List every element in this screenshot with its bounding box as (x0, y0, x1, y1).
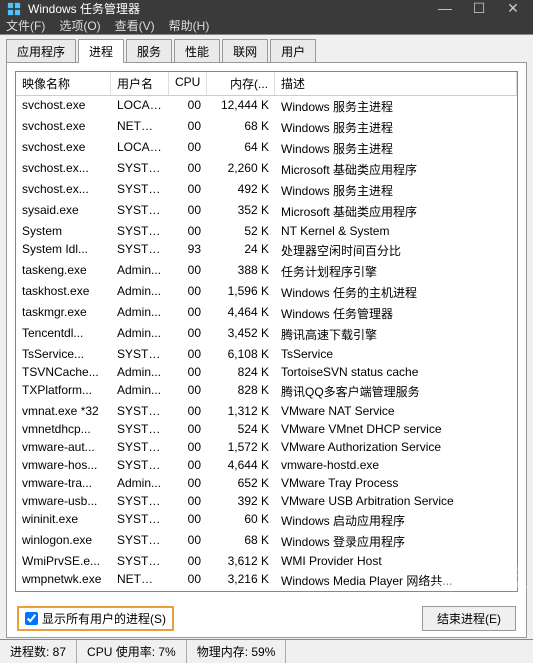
table-row[interactable]: winlogon.exeSYSTEM0068 KWindows 登录应用程序 (16, 531, 517, 552)
tab-services[interactable]: 服务 (126, 39, 172, 63)
table-row[interactable]: taskmgr.exeAdmin...004,464 KWindows 任务管理… (16, 303, 517, 324)
table-row[interactable]: TSVNCache...Admin...00824 KTortoiseSVN s… (16, 363, 517, 381)
show-all-users-checkbox[interactable]: 显示所有用户的进程(S) (17, 606, 174, 631)
menubar: 文件(F) 选项(O) 查看(V) 帮助(H) (0, 17, 533, 34)
table-row[interactable]: SystemSYSTEM0052 KNT Kernel & System (16, 222, 517, 240)
col-mem[interactable]: 内存(... (207, 72, 275, 95)
client-area: 应用程序 进程 服务 性能 联网 用户 映像名称 用户名 CPU 内存(... … (0, 34, 533, 663)
bottom-bar: 显示所有用户的进程(S) 结束进程(E) (7, 600, 526, 637)
table-row[interactable]: svchost.exeLOCAL...0064 KWindows 服务主进程 (16, 138, 517, 159)
table-row[interactable]: System Idl...SYSTEM9324 K处理器空闲时间百分比 (16, 240, 517, 261)
table-row[interactable]: svchost.ex...SYSTEM002,260 KMicrosoft 基础… (16, 159, 517, 180)
table-row[interactable]: vmnat.exe *32SYSTEM001,312 KVMware NAT S… (16, 402, 517, 420)
col-user[interactable]: 用户名 (111, 72, 169, 95)
col-desc[interactable]: 描述 (275, 72, 517, 95)
process-list: 映像名称 用户名 CPU 内存(... 描述 svchost.exeLOCAL.… (15, 71, 518, 592)
table-row[interactable]: vmware-hos...SYSTEM004,644 Kvmware-hostd… (16, 456, 517, 474)
menu-view[interactable]: 查看(V) (115, 17, 155, 34)
table-row[interactable]: vmnetdhcp...SYSTEM00524 KVMware VMnet DH… (16, 420, 517, 438)
show-all-checkbox-input[interactable] (25, 612, 38, 625)
titlebar[interactable]: Windows 任务管理器 — ☐ ✕ (0, 0, 533, 17)
tab-processes[interactable]: 进程 (78, 39, 124, 63)
status-processes: 进程数: 87 (0, 640, 77, 663)
tab-strip: 应用程序 进程 服务 性能 联网 用户 (0, 35, 533, 63)
table-row[interactable]: wininit.exeSYSTEM0060 KWindows 启动应用程序 (16, 510, 517, 531)
tab-performance[interactable]: 性能 (174, 39, 220, 63)
table-row[interactable]: taskeng.exeAdmin...00388 K任务计划程序引擎 (16, 261, 517, 282)
show-all-label: 显示所有用户的进程(S) (42, 610, 166, 627)
tab-panel: 映像名称 用户名 CPU 内存(... 描述 svchost.exeLOCAL.… (6, 62, 527, 638)
task-manager-window: Windows 任务管理器 — ☐ ✕ 文件(F) 选项(O) 查看(V) 帮助… (0, 0, 533, 596)
minimize-icon[interactable]: — (437, 0, 453, 17)
statusbar: 进程数: 87 CPU 使用率: 7% 物理内存: 59% (0, 639, 533, 663)
table-row[interactable]: sysaid.exeSYSTEM00352 KMicrosoft 基础类应用程序 (16, 201, 517, 222)
table-row[interactable]: vmware-tra...Admin...00652 KVMware Tray … (16, 474, 517, 492)
table-row[interactable]: svchost.ex...SYSTEM00492 KWindows 服务主进程 (16, 180, 517, 201)
table-row[interactable]: TXPlatform...Admin...00828 K腾讯QQ多客户端管理服务 (16, 381, 517, 402)
tab-users[interactable]: 用户 (270, 39, 316, 63)
table-row[interactable]: vmware-usb...SYSTEM00392 KVMware USB Arb… (16, 492, 517, 510)
window-controls: — ☐ ✕ (437, 0, 527, 17)
process-rows[interactable]: svchost.exeLOCAL...0012,444 KWindows 服务主… (16, 96, 517, 591)
maximize-icon[interactable]: ☐ (471, 0, 487, 17)
table-row[interactable]: WmiPrvSE.e...SYSTEM003,612 KWMI Provider… (16, 552, 517, 570)
table-row[interactable]: vmware-aut...SYSTEM001,572 KVMware Autho… (16, 438, 517, 456)
status-cpu: CPU 使用率: 7% (77, 640, 187, 663)
end-process-button[interactable]: 结束进程(E) (422, 606, 516, 631)
tab-applications[interactable]: 应用程序 (6, 39, 76, 63)
status-mem: 物理内存: 59% (187, 640, 287, 663)
table-row[interactable]: svchost.exeNETWO...0068 KWindows 服务主进程 (16, 117, 517, 138)
close-icon[interactable]: ✕ (505, 0, 521, 17)
table-row[interactable]: wmpnetwk.exeNETWO...003,216 KWindows Med… (16, 570, 517, 591)
table-row[interactable]: taskhost.exeAdmin...001,596 KWindows 任务的… (16, 282, 517, 303)
window-title: Windows 任务管理器 (28, 0, 437, 17)
table-row[interactable]: Tencentdl...Admin...003,452 K腾讯高速下载引擎 (16, 324, 517, 345)
menu-options[interactable]: 选项(O) (59, 17, 100, 34)
table-row[interactable]: TsService...SYSTEM006,108 KTsService (16, 345, 517, 363)
menu-help[interactable]: 帮助(H) (169, 17, 210, 34)
column-headers: 映像名称 用户名 CPU 内存(... 描述 (16, 72, 517, 96)
tab-network[interactable]: 联网 (222, 39, 268, 63)
col-cpu[interactable]: CPU (169, 72, 207, 95)
app-icon (6, 1, 22, 17)
col-image[interactable]: 映像名称 (16, 72, 111, 95)
table-row[interactable]: svchost.exeLOCAL...0012,444 KWindows 服务主… (16, 96, 517, 117)
menu-file[interactable]: 文件(F) (6, 17, 45, 34)
